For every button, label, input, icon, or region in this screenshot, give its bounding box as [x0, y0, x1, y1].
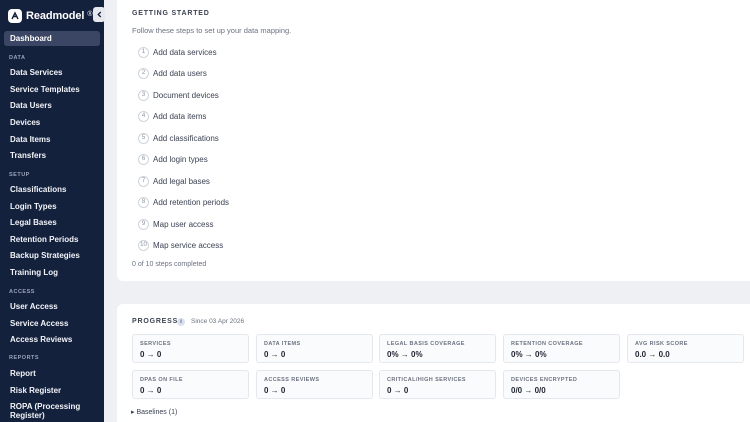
sidebar: Readmodel ® Dashboard DATA Data Services… — [0, 0, 104, 422]
steps-completed: 0 of 10 steps completed — [132, 261, 207, 268]
getting-started-title: GETTING STARTED — [132, 10, 210, 17]
step-item[interactable]: 1 Add data services — [138, 46, 217, 58]
sidebar-item-retention-periods[interactable]: Retention Periods — [10, 235, 78, 244]
baselines-toggle[interactable]: ▸ Baselines (1) — [131, 408, 177, 416]
step-number: 7 — [138, 175, 149, 187]
sidebar-item-training-log[interactable]: Training Log — [10, 268, 58, 277]
step-label: Map user access — [153, 219, 214, 229]
metric-label: DPAS ON FILE — [140, 377, 183, 383]
sidebar-item-classifications[interactable]: Classifications — [10, 185, 66, 194]
step-item[interactable]: 8 Add retention periods — [138, 196, 229, 208]
progress-title: PROGRESS — [132, 318, 179, 325]
metric-label: SERVICES — [140, 341, 171, 347]
sidebar-item-legal-bases[interactable]: Legal Bases — [10, 218, 57, 227]
step-label: Add classifications — [153, 133, 219, 143]
step-number: 3 — [138, 89, 149, 101]
sidebar-item-risk-register[interactable]: Risk Register — [10, 386, 61, 395]
metric-label: CRITICAL/HIGH SERVICES — [387, 377, 466, 383]
step-item[interactable]: 9 Map user access — [138, 218, 213, 230]
sidebar-item-service-templates[interactable]: Service Templates — [10, 85, 80, 94]
step-item[interactable]: 10 Map service access — [138, 239, 223, 251]
step-item[interactable]: 4 Add data items — [138, 110, 206, 122]
step-item[interactable]: 2 Add data users — [138, 67, 207, 79]
metric-card-devices-encrypted: DEVICES ENCRYPTED 0/0 → 0/0 — [503, 370, 620, 399]
metric-card-avg-risk-score: AVG RISK SCORE 0.0 → 0.0 — [627, 334, 744, 363]
step-label: Add data items — [153, 111, 207, 121]
brand[interactable]: Readmodel ® — [8, 7, 93, 24]
sidebar-item-backup-strategies[interactable]: Backup Strategies — [10, 251, 80, 260]
step-label: Add data services — [153, 47, 217, 57]
metric-label: AVG RISK SCORE — [635, 341, 688, 347]
step-label: Add legal bases — [153, 176, 210, 186]
metric-value: 0% → 0% — [387, 350, 423, 359]
step-item[interactable]: 5 Add classifications — [138, 132, 219, 144]
metric-value: 0/0 → 0/0 — [511, 386, 546, 395]
step-label: Add retention periods — [153, 197, 230, 207]
sidebar-item-dashboard[interactable]: Dashboard — [4, 31, 100, 46]
step-item[interactable]: 6 Add login types — [138, 153, 208, 165]
sidebar-item-login-types[interactable]: Login Types — [10, 202, 57, 211]
step-number: 10 — [138, 239, 149, 251]
step-label: Add login types — [153, 154, 208, 164]
info-icon[interactable]: i — [177, 318, 185, 326]
sidebar-item-ropa[interactable]: ROPA (Processing Register) — [10, 402, 102, 420]
getting-started-panel: GETTING STARTED Follow these steps to se… — [117, 0, 750, 281]
metric-card-services: SERVICES 0 → 0 — [132, 334, 249, 363]
sidebar-item-data-services[interactable]: Data Services — [10, 68, 62, 77]
app-name: Readmodel — [26, 9, 85, 22]
sidebar-item-data-users[interactable]: Data Users — [10, 101, 52, 110]
metric-value: 0 → 0 — [140, 386, 162, 395]
metric-card-data-items: DATA ITEMS 0 → 0 — [256, 334, 373, 363]
sidebar-item-devices[interactable]: Devices — [10, 118, 40, 127]
metric-card-access-reviews: ACCESS REVIEWS 0 → 0 — [256, 370, 373, 399]
sidebar-item-transfers[interactable]: Transfers — [10, 151, 46, 160]
step-number: 4 — [138, 110, 149, 122]
metric-label: DATA ITEMS — [264, 341, 301, 347]
sidebar-item-report[interactable]: Report — [10, 369, 36, 378]
sidebar-item-user-access[interactable]: User Access — [10, 302, 58, 311]
metric-value: 0 → 0 — [264, 386, 286, 395]
metric-card-retention-coverage: RETENTION COVERAGE 0% → 0% — [503, 334, 620, 363]
metric-card-critical-high-services: CRITICAL/HIGH SERVICES 0 → 0 — [379, 370, 496, 399]
metric-label: RETENTION COVERAGE — [511, 341, 583, 347]
logo-icon — [8, 8, 22, 23]
chevron-left-icon — [96, 11, 101, 18]
step-number: 1 — [138, 46, 149, 58]
step-label: Document devices — [153, 90, 219, 100]
since-date: Since 03 Apr 2026 — [191, 318, 245, 325]
registered-mark: ® — [87, 10, 93, 18]
step-number: 8 — [138, 196, 149, 208]
step-number: 2 — [138, 67, 149, 79]
step-number: 5 — [138, 132, 149, 144]
sidebar-item-access-reviews[interactable]: Access Reviews — [10, 335, 72, 344]
metric-value: 0% → 0% — [511, 350, 547, 359]
sidebar-item-data-items[interactable]: Data Items — [10, 135, 50, 144]
metric-label: ACCESS REVIEWS — [264, 377, 320, 383]
sidebar-item-service-access[interactable]: Service Access — [10, 319, 68, 328]
section-reports: REPORTS — [9, 355, 40, 361]
step-label: Add data users — [153, 68, 207, 78]
section-data: DATA — [9, 55, 26, 61]
metric-value: 0 → 0 — [387, 386, 409, 395]
progress-panel: PROGRESS i Since 03 Apr 2026 SERVICES 0 →… — [117, 304, 750, 422]
step-label: Map service access — [153, 240, 224, 250]
section-setup: SETUP — [9, 172, 30, 178]
getting-started-subtitle: Follow these steps to set up your data m… — [132, 26, 292, 35]
step-number: 6 — [138, 153, 149, 165]
collapse-sidebar-button[interactable] — [93, 7, 105, 22]
step-item[interactable]: 3 Document devices — [138, 89, 219, 101]
step-number: 9 — [138, 218, 149, 230]
section-access: ACCESS — [9, 289, 35, 295]
metric-card-dpas-on-file: DPAS ON FILE 0 → 0 — [132, 370, 249, 399]
step-item[interactable]: 7 Add legal bases — [138, 175, 210, 187]
metric-value: 0.0 → 0.0 — [635, 350, 670, 359]
metric-label: DEVICES ENCRYPTED — [511, 377, 578, 383]
metric-value: 0 → 0 — [140, 350, 162, 359]
metric-label: LEGAL BASIS COVERAGE — [387, 341, 465, 347]
metric-card-legal-basis-coverage: LEGAL BASIS COVERAGE 0% → 0% — [379, 334, 496, 363]
metric-value: 0 → 0 — [264, 350, 286, 359]
